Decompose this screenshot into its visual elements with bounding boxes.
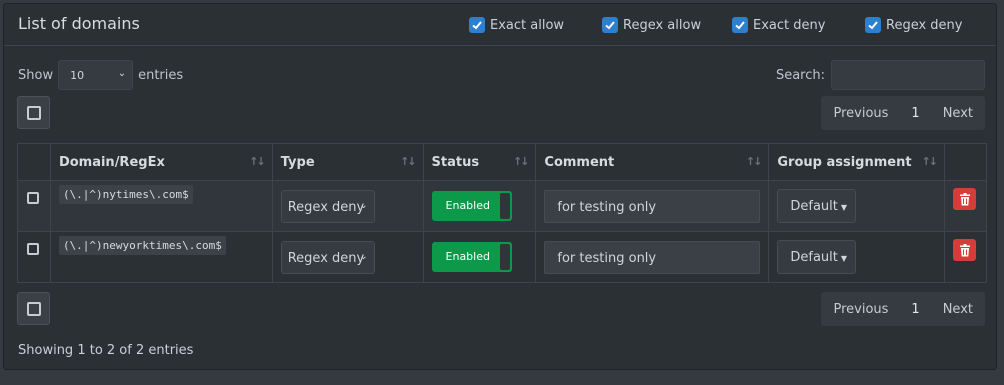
select-column-header [17,143,51,181]
page-1-button[interactable]: 1 [900,302,930,317]
sort-icon: ↑↓ [745,155,763,168]
column-header-comment[interactable]: Comment ↑↓ [535,143,770,181]
domains-card: List of domains Exact allow Regex allow … [3,3,997,370]
group-dropdown[interactable]: Default ▼ [777,189,857,223]
group-cell: Default ▼ [768,231,945,283]
row-checkbox[interactable] [27,192,39,204]
domain-regex: (\.|^)nytimes\.com$ [58,184,193,204]
actions-cell [944,231,987,283]
actions-column-header [944,143,987,181]
toggle-knob [499,244,510,270]
table-row: (\.|^)newyorktimes\.com$ Regex deny ⌄ Ena… [17,231,987,283]
search-label: Search: [775,67,825,83]
checkbox-checked-icon[interactable] [469,17,485,33]
row-select-cell [17,231,51,283]
sort-icon: ↑↓ [400,155,417,168]
select-all-button-bottom[interactable] [17,292,50,325]
row-checkbox[interactable] [27,243,39,255]
status-cell: Enabled [422,180,537,232]
page-1-button[interactable]: 1 [900,106,930,121]
filter-regex-deny[interactable]: Regex deny [865,17,962,33]
sort-icon: ↑↓ [249,155,266,168]
domains-table: Domain/RegEx ↑↓ Type ↑↓ Status ↑↓ Comment ↑↓… [17,143,987,283]
column-header-status[interactable]: Status ↑↓ [422,143,537,181]
comment-input[interactable]: for testing only [544,240,761,274]
length-control: Show 10 ⌄ entries [18,60,183,90]
previous-button[interactable]: Previous [821,106,900,121]
status-toggle[interactable]: Enabled [431,242,512,272]
actions-cell [944,180,987,232]
type-cell: Regex deny ⌄ [271,180,424,232]
entries-select[interactable]: 10 ⌄ [58,60,134,90]
delete-button[interactable] [953,188,976,210]
group-cell: Default ▼ [768,180,945,232]
type-cell: Regex deny ⌄ [271,231,424,283]
trash-icon [959,243,970,256]
card-header: List of domains Exact allow Regex allow … [4,4,996,46]
next-button[interactable]: Next [931,106,985,121]
toggle-knob [499,193,510,219]
status-toggle[interactable]: Enabled [431,191,512,221]
trash-icon [959,192,970,205]
type-select[interactable]: Regex deny ⌄ [280,189,375,223]
pagination-top: Previous 1 Next [821,96,985,130]
checkbox-empty-icon [26,301,41,316]
filter-exact-deny[interactable]: Exact deny [732,17,825,33]
filter-label: Regex deny [886,17,963,33]
sort-icon: ↑↓ [512,155,530,168]
search-input[interactable] [831,60,985,90]
column-header-domain[interactable]: Domain/RegEx ↑↓ [49,143,273,181]
row-select-cell [17,180,51,232]
delete-button[interactable] [953,239,976,261]
filter-label: Exact allow [490,17,565,33]
show-label: Show [18,67,54,83]
table-info: Showing 1 to 2 of 2 entries [18,343,194,358]
domain-cell: (\.|^)newyorktimes\.com$ [49,231,273,283]
domain-regex: (\.|^)newyorktimes\.com$ [58,235,226,255]
checkbox-checked-icon[interactable] [865,17,881,33]
checkbox-empty-icon [26,105,41,120]
checkbox-checked-icon[interactable] [732,17,748,33]
filter-exact-allow[interactable]: Exact allow [469,17,564,33]
pagination-bottom: Previous 1 Next [821,292,985,326]
entries-label: entries [138,67,184,83]
group-dropdown[interactable]: Default ▼ [777,240,857,274]
next-button[interactable]: Next [931,302,985,317]
caret-down-icon: ▼ [840,254,848,263]
chevron-down-icon: ⌄ [359,250,368,262]
column-header-group[interactable]: Group assignment ↑↓ [768,143,945,181]
comment-cell: for testing only [535,231,770,283]
filter-label: Regex allow [623,17,702,33]
card-title: List of domains [18,14,140,33]
sort-icon: ↑↓ [921,155,939,168]
chevron-down-icon: ⌄ [117,68,127,79]
filter-regex-allow[interactable]: Regex allow [602,17,701,33]
comment-cell: for testing only [535,180,770,232]
chevron-down-icon: ⌄ [359,199,368,211]
status-cell: Enabled [422,231,537,283]
previous-button[interactable]: Previous [821,302,900,317]
domain-cell: (\.|^)nytimes\.com$ [49,180,273,232]
filter-label: Exact deny [753,17,826,33]
type-select[interactable]: Regex deny ⌄ [280,240,375,274]
column-header-type[interactable]: Type ↑↓ [271,143,424,181]
comment-input[interactable]: for testing only [544,189,761,223]
table-row: (\.|^)nytimes\.com$ Regex deny ⌄ Enabled … [17,180,987,232]
caret-down-icon: ▼ [840,203,848,212]
select-all-button-top[interactable] [17,96,50,129]
checkbox-checked-icon[interactable] [602,17,618,33]
search-control: Search: [776,60,985,90]
entries-value: 10 [70,69,85,82]
